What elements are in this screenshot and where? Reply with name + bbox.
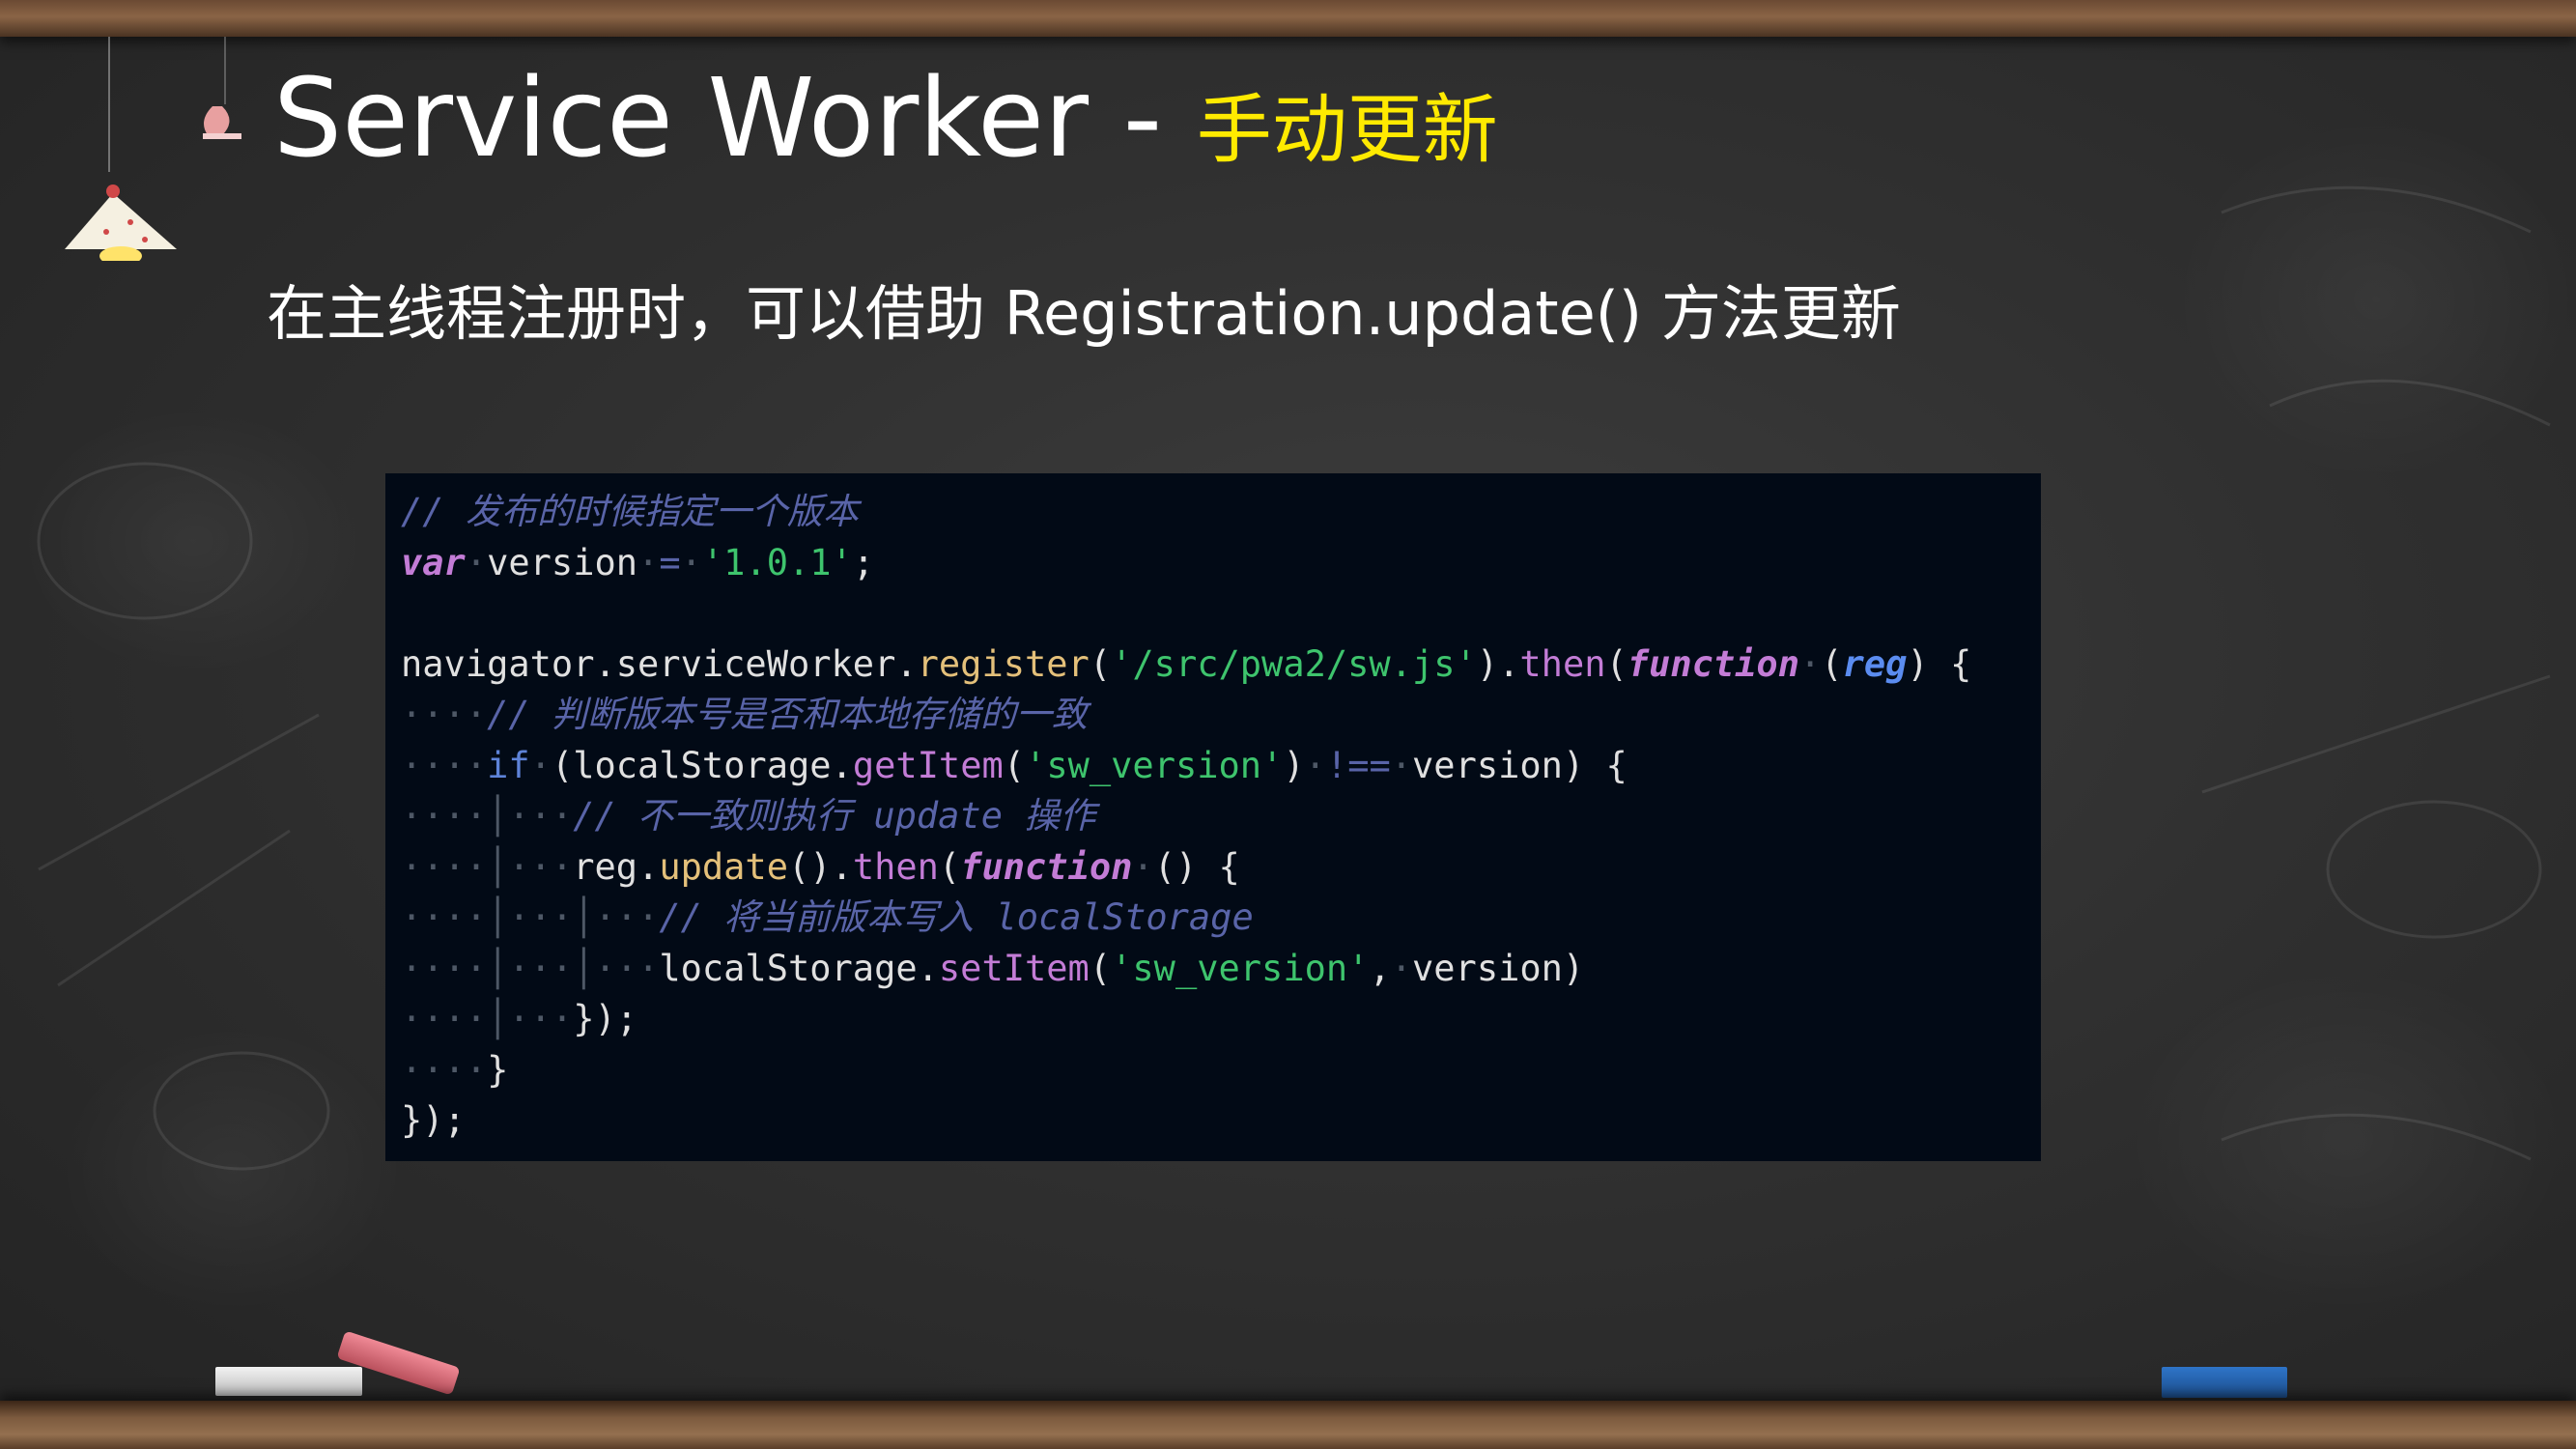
- code-method: then: [852, 845, 939, 888]
- code-punct: ,: [1369, 947, 1391, 989]
- code-punct: ().: [787, 845, 853, 888]
- title-main: Service Worker -: [273, 56, 1197, 182]
- code-line-12: ····}: [401, 1048, 509, 1091]
- code-punct: (: [1605, 642, 1628, 685]
- code-identifier: version): [1412, 947, 1585, 989]
- code-keyword: function: [960, 845, 1133, 888]
- code-line-2: var·version·=·'1.0.1';: [401, 541, 875, 583]
- code-identifier: navigator.serviceWorker.: [401, 642, 918, 685]
- code-punct: });: [401, 1099, 466, 1141]
- code-line-11: ····│···});: [401, 998, 638, 1039]
- code-identifier: reg.: [573, 845, 660, 888]
- slide-subtitle: 在主线程注册时，可以借助 Registration.update() 方法更新: [267, 278, 1901, 349]
- code-punct: ) {: [1907, 642, 1972, 685]
- code-comment: // 不一致则执行 update 操作: [573, 795, 1096, 837]
- code-identifier: localStorage.: [659, 947, 939, 989]
- code-function: update: [659, 845, 788, 888]
- code-punct: () {: [1153, 845, 1240, 888]
- code-function: register: [917, 642, 1090, 685]
- code-method: getItem: [852, 744, 1004, 786]
- code-punct: ).: [1476, 642, 1520, 685]
- code-comment: // 将当前版本写入 localStorage: [659, 896, 1254, 938]
- code-block: // 发布的时候指定一个版本 var·version·=·'1.0.1'; na…: [385, 473, 2041, 1161]
- code-punct: ): [1283, 744, 1305, 786]
- code-keyword: var: [401, 541, 466, 583]
- code-string: 'sw_version': [1025, 744, 1284, 786]
- code-method: then: [1519, 642, 1606, 685]
- chalk-eraser-white: [215, 1367, 362, 1396]
- code-punct: (: [1089, 947, 1112, 989]
- code-line-13: });: [401, 1095, 2041, 1147]
- code-punct: (: [1003, 744, 1026, 786]
- code-method: setItem: [938, 947, 1090, 989]
- code-punct: });: [573, 998, 638, 1039]
- chalk-eraser-blue: [2162, 1367, 2287, 1398]
- lamp-icon: [65, 106, 241, 261]
- code-identifier: (localStorage.: [551, 744, 853, 786]
- code-keyword: if: [487, 744, 530, 786]
- code-line-4: navigator.serviceWorker.register('/src/p…: [401, 642, 1972, 685]
- code-punct: (: [938, 845, 961, 888]
- code-identifier: version) {: [1412, 744, 1628, 786]
- code-punct: (: [1089, 642, 1112, 685]
- code-punct: ;: [852, 541, 875, 583]
- title-accent: 手动更新: [1196, 87, 1498, 174]
- code-keyword: function: [1627, 642, 1799, 685]
- code-identifier: version: [487, 541, 638, 583]
- code-operator: =: [659, 541, 681, 583]
- code-operator: !==: [1325, 744, 1391, 786]
- code-line-6: ····if·(localStorage.getItem('sw_version…: [401, 744, 1628, 786]
- code-line-1: // 发布的时候指定一个版本: [401, 487, 2041, 538]
- code-line-7: ····│···// 不一致则执行 update 操作: [401, 795, 1096, 837]
- code-string: '/src/pwa2/sw.js': [1111, 642, 1477, 685]
- board-frame-bottom: [0, 1401, 2576, 1449]
- code-line-9: ····│···│···// 将当前版本写入 localStorage: [401, 896, 1254, 938]
- code-param: reg: [1842, 642, 1908, 685]
- code-comment: // 发布的时候指定一个版本: [401, 491, 859, 532]
- code-punct: }: [487, 1048, 509, 1091]
- code-line-8: ····│···reg.update().then(function·() {: [401, 845, 1240, 888]
- code-line-10: ····│···│···localStorage.setItem('sw_ver…: [401, 947, 1585, 989]
- code-comment: // 判断版本号是否和本地存储的一致: [487, 694, 1088, 735]
- code-line-5: ····// 判断版本号是否和本地存储的一致: [401, 694, 1088, 735]
- chalkboard-slide: Service Worker - 手动更新 在主线程注册时，可以借助 Regis…: [0, 0, 2576, 1449]
- code-string: 'sw_version': [1111, 947, 1370, 989]
- code-punct: (: [1821, 642, 1843, 685]
- code-string: '1.0.1': [701, 541, 853, 583]
- slide-title: Service Worker - 手动更新: [273, 56, 1498, 193]
